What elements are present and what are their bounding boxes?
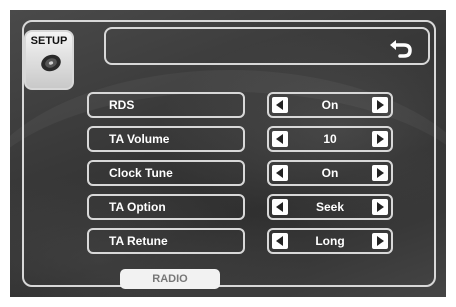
setting-value-selector: On [267, 92, 393, 118]
arrow-right-icon[interactable] [372, 199, 388, 215]
setting-value-selector: 10 [267, 126, 393, 152]
setting-label[interactable]: TA Option [87, 194, 245, 220]
setting-value-selector: Seek [267, 194, 393, 220]
setting-row-ta-retune: TA Retune Long [0, 228, 456, 254]
setting-label[interactable]: Clock Tune [87, 160, 245, 186]
setup-tab-label: SETUP [30, 35, 68, 47]
radio-tab[interactable]: RADIO [120, 269, 220, 289]
arrow-right-icon[interactable] [372, 233, 388, 249]
setting-row-ta-volume: TA Volume 10 [0, 126, 456, 152]
setting-label[interactable]: TA Retune [87, 228, 245, 254]
setting-row-rds: RDS On [0, 92, 456, 118]
disc-icon [41, 54, 61, 72]
back-arrow-icon[interactable] [388, 37, 414, 59]
arrow-right-icon[interactable] [372, 131, 388, 147]
setting-label[interactable]: RDS [87, 92, 245, 118]
arrow-right-icon[interactable] [372, 97, 388, 113]
setting-row-clock-tune: Clock Tune On [0, 160, 456, 186]
title-bar [104, 27, 430, 65]
setting-row-ta-option: TA Option Seek [0, 194, 456, 220]
setting-label[interactable]: TA Volume [87, 126, 245, 152]
setting-value-selector: Long [267, 228, 393, 254]
arrow-right-icon[interactable] [372, 165, 388, 181]
setup-tab[interactable]: SETUP [24, 30, 74, 90]
setting-value-selector: On [267, 160, 393, 186]
